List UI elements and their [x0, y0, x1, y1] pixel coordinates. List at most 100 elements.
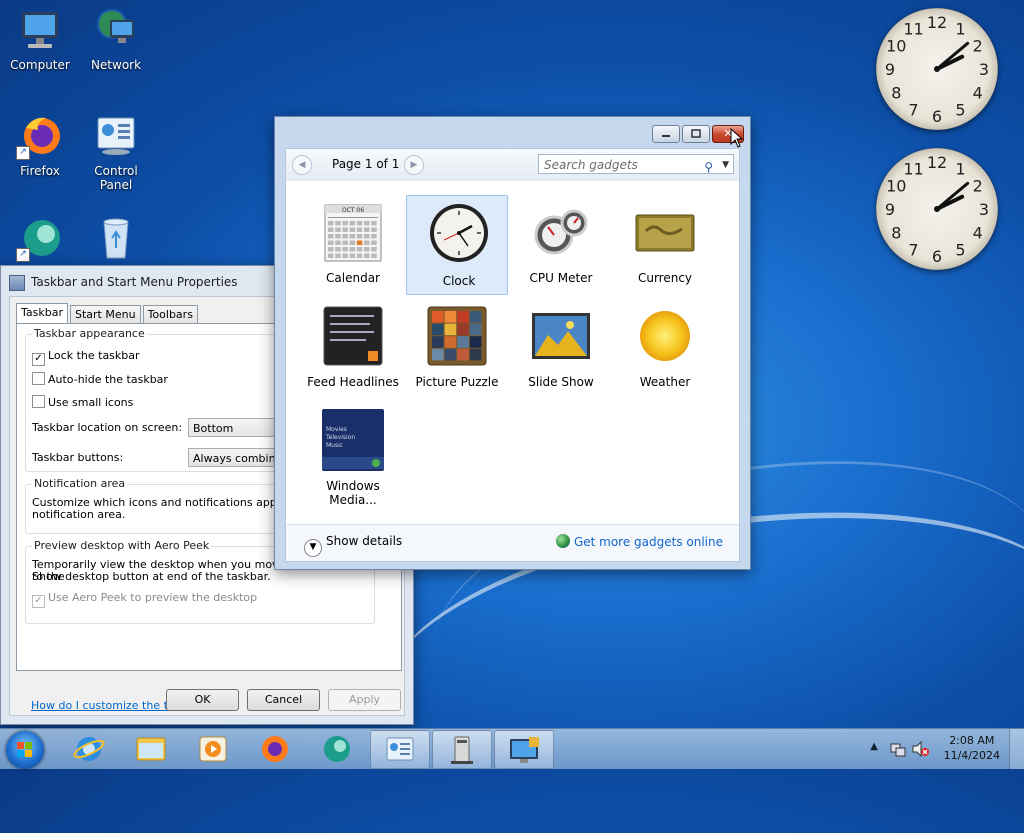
calendar-day-cell: [371, 221, 377, 226]
tab-start-menu[interactable]: Start Menu: [70, 305, 141, 323]
desktop-icon-network[interactable]: Network: [78, 6, 154, 72]
ok-button[interactable]: OK: [166, 689, 239, 711]
gadget-windows-media[interactable]: Movies Television Music Windows Media...: [302, 403, 404, 507]
tray-clock[interactable]: 2:08 AM 11/4/2024: [944, 733, 1000, 763]
next-page-button[interactable]: ▶: [404, 155, 424, 175]
calendar-day-cell: [349, 253, 356, 258]
shortcut-arrow-icon: ↗: [16, 146, 30, 160]
small-icons-checkbox[interactable]: Use small icons: [32, 395, 133, 409]
search-gadgets-input[interactable]: Search gadgets ⚲ ▼: [538, 154, 734, 174]
desktop-icon-recycle-bin[interactable]: [78, 214, 154, 266]
taskbar-system[interactable]: [432, 730, 492, 769]
calendar-day-cell: [349, 227, 356, 232]
checkbox-checked-icon: ✓: [32, 353, 45, 366]
cancel-button[interactable]: Cancel: [247, 689, 320, 711]
show-hidden-icons-chevron-icon[interactable]: ▲: [870, 741, 878, 752]
puzzle-tile: [457, 323, 469, 336]
folder-icon: [136, 737, 166, 761]
calendar-day-cell: [328, 221, 334, 226]
wmc-menu-item: Movies: [326, 426, 347, 433]
desktop-icon-label: Firefox: [20, 164, 60, 178]
puzzle-tile: [444, 311, 457, 323]
desktop-icon-firefox[interactable]: ↗ Firefox: [2, 112, 78, 178]
prev-page-button[interactable]: ◀: [292, 155, 312, 175]
apply-button[interactable]: Apply: [328, 689, 401, 711]
system-icon: [451, 736, 473, 764]
checkbox-label: Lock the taskbar: [48, 349, 140, 362]
page-label: Page 1 of 1: [332, 157, 400, 171]
control-panel-icon: [92, 112, 140, 160]
calendar-day-cell: [364, 234, 370, 239]
volume-muted-icon[interactable]: [912, 741, 930, 757]
gadget-cpu-meter[interactable]: CPU Meter: [510, 195, 612, 295]
gadget-calendar[interactable]: OCT 06 Calendar: [302, 195, 404, 295]
clock-icon: [428, 202, 490, 264]
tab-taskbar[interactable]: Taskbar: [16, 303, 68, 323]
taskbar-firefox[interactable]: [246, 730, 304, 767]
taskbar-internet-explorer[interactable]: [60, 730, 118, 767]
desktop-clock-gadget[interactable]: 12 1 2 3 4 5 6 7 8 9 10 11: [876, 8, 998, 130]
tab-toolbars[interactable]: Toolbars: [142, 305, 198, 323]
clock-numeral: 6: [932, 247, 942, 266]
get-more-gadgets-link[interactable]: Get more gadgets online: [555, 534, 723, 549]
calendar-day-cell: [356, 247, 363, 252]
network-icon: [92, 6, 140, 54]
slide-show-icon: [530, 305, 592, 367]
calendar-day-cell: [356, 240, 363, 245]
calendar-day-cell: [342, 234, 348, 239]
taskbar-explorer[interactable]: [122, 730, 180, 767]
gadget-picture-puzzle[interactable]: Picture Puzzle: [406, 299, 508, 399]
gadget-weather[interactable]: Weather: [614, 299, 716, 399]
chevron-down-icon[interactable]: ▼: [722, 155, 729, 175]
desktop-icon-computer[interactable]: Computer: [2, 6, 78, 72]
calendar-day-cell: [364, 221, 370, 226]
network-icon[interactable]: [890, 741, 906, 757]
gadget-feed-headlines[interactable]: Feed Headlines: [302, 299, 404, 399]
gadget-footer: ▼ Show details Get more gadgets online: [285, 524, 740, 562]
gadget-label: Picture Puzzle: [415, 375, 499, 389]
checkbox-label: Use small icons: [48, 396, 134, 409]
gadget-currency[interactable]: Currency: [614, 195, 716, 295]
desktop-clock-gadget[interactable]: 12 1 2 3 4 5 6 7 8 9 10 11: [876, 148, 998, 270]
clock-numeral: 9: [885, 60, 895, 79]
calendar-day-cell: [342, 240, 348, 245]
gadget-clock[interactable]: Clock: [406, 195, 508, 295]
tray-date: 11/4/2024: [943, 749, 1000, 762]
app-icon: [324, 736, 350, 762]
calendar-day-cell: [335, 240, 341, 245]
minimize-button[interactable]: [652, 125, 680, 143]
calendar-day-cell: [356, 227, 363, 232]
clock-numeral: 4: [973, 84, 983, 103]
calendar-day-cell: [364, 253, 370, 258]
currency-icon: [634, 201, 696, 263]
lock-taskbar-checkbox[interactable]: ✓ Lock the taskbar: [32, 349, 140, 366]
search-icon[interactable]: ⚲: [704, 157, 713, 177]
desktop-icon-control-panel[interactable]: Control Panel: [78, 112, 154, 192]
group-title: Notification area: [32, 477, 128, 490]
desktop-icon-app[interactable]: ↗: [2, 214, 78, 266]
puzzle-tile: [432, 348, 444, 361]
puzzle-tile: [469, 323, 482, 336]
taskbar-control-panel[interactable]: [370, 730, 430, 769]
taskbar: ▲ 2:08 AM 11/4/2024: [0, 728, 1024, 769]
show-details-button[interactable]: ▼ Show details: [304, 534, 402, 557]
clock-numeral: 6: [932, 107, 942, 126]
gadget-slide-show[interactable]: Slide Show: [510, 299, 612, 399]
puzzle-tile: [469, 348, 482, 361]
show-desktop-button[interactable]: [1009, 729, 1024, 769]
wmc-menu-item: Music: [326, 442, 343, 449]
puzzle-tile: [457, 336, 469, 348]
taskbar-app[interactable]: [308, 730, 366, 767]
gadget-label: Clock: [442, 274, 476, 288]
chevron-down-icon: ▼: [304, 539, 322, 557]
calendar-day-cell: [328, 240, 334, 245]
feed-headlines-icon: [322, 305, 384, 367]
autohide-checkbox[interactable]: Auto-hide the taskbar: [32, 372, 168, 386]
tab-strip: Taskbar Start Menu Toolbars: [16, 303, 200, 323]
maximize-button[interactable]: [682, 125, 710, 143]
gadgets-window: ✕ ◀ Page 1 of 1 ▶ Search gadgets ⚲ ▼ OCT…: [274, 116, 751, 570]
calendar-day-cell: [364, 247, 370, 252]
taskbar-media-player[interactable]: [184, 730, 242, 767]
taskbar-gadgets[interactable]: [494, 730, 554, 769]
start-button[interactable]: [6, 731, 44, 769]
